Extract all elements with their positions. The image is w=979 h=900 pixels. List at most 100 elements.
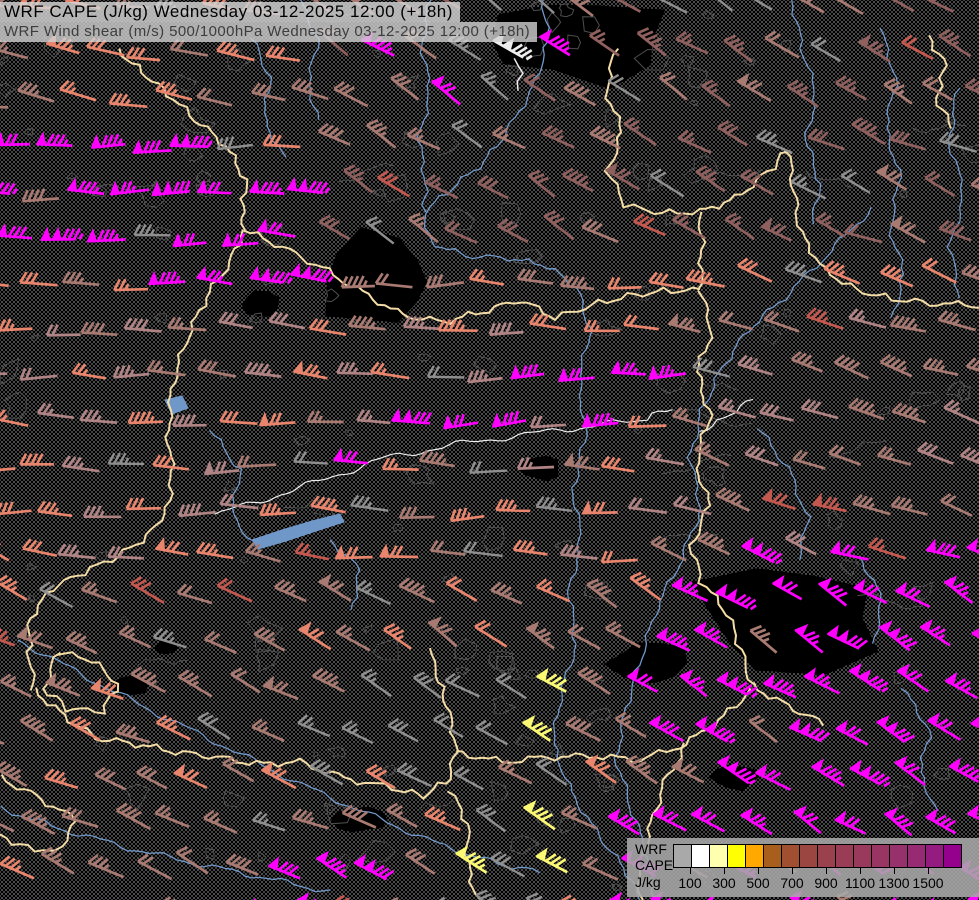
contour-line — [454, 638, 478, 661]
wind-barb — [426, 365, 465, 379]
contour-line — [120, 615, 128, 625]
wind-barb — [648, 271, 684, 290]
wind-barb — [21, 808, 56, 836]
legend-tick-mark — [928, 868, 929, 874]
wind-barb — [763, 310, 800, 333]
river-line — [17, 639, 541, 874]
contour-line — [514, 733, 535, 747]
wind-barb — [336, 361, 373, 376]
wind-barb — [125, 497, 162, 511]
wind-barb — [466, 369, 503, 384]
wind-barb-pennant — [256, 218, 268, 233]
wind-barb — [755, 129, 793, 155]
wind-barb — [219, 410, 258, 426]
legend-color-cell — [727, 844, 746, 868]
contour-line — [557, 817, 576, 835]
wind-barb — [0, 855, 35, 880]
wind-barb — [800, 398, 839, 420]
wind-barb — [0, 105, 9, 109]
wind-barb-pennant — [607, 808, 621, 822]
wind-barb — [964, 77, 979, 94]
legend-tick-label: 1100 — [844, 875, 876, 891]
wind-barb — [381, 457, 419, 471]
wind-barb — [0, 409, 29, 428]
wind-barb — [961, 263, 979, 281]
wind-barb — [586, 578, 618, 609]
wind-barb-pennant — [835, 719, 848, 734]
contour-line — [961, 144, 979, 163]
wind-barb — [701, 79, 731, 108]
contour-line — [0, 55, 10, 66]
contour-line — [611, 883, 623, 892]
contour-line — [240, 555, 249, 564]
wind-barb — [852, 493, 891, 516]
legend-tick-mark — [826, 868, 827, 874]
contour-line — [505, 64, 520, 77]
wind-barb-pennant — [172, 232, 183, 247]
wind-barb-pennant — [925, 538, 936, 553]
wind-barb — [177, 669, 213, 698]
contour-line — [155, 226, 173, 241]
wind-barb — [412, 671, 442, 699]
wind-barb-pennant — [298, 621, 312, 635]
legend-color-cell — [763, 844, 782, 868]
wind-barb — [623, 116, 658, 147]
wind-barb — [335, 624, 371, 652]
wind-barb — [562, 167, 594, 193]
wind-barb-pennant — [810, 758, 824, 772]
wind-barb — [475, 719, 508, 746]
wind-barb-pennant — [876, 163, 890, 177]
wind-barb — [398, 506, 435, 520]
wind-barb — [350, 494, 389, 512]
legend-label-model: WRF — [635, 841, 667, 857]
wind-barb-pennant — [679, 669, 694, 682]
wind-barb — [685, 268, 725, 288]
wind-barb — [0, 574, 28, 602]
wind-barb-pennant — [919, 619, 933, 633]
wind-barb-pennant — [943, 575, 958, 588]
contour-line — [173, 73, 197, 93]
wind-barb — [784, 260, 822, 284]
wind-barb — [0, 501, 32, 516]
wind-barb — [938, 131, 978, 153]
contour-line — [418, 353, 432, 362]
wind-barb — [251, 718, 285, 743]
wind-barb — [833, 354, 869, 380]
wind-barb-pennant — [581, 500, 593, 514]
wind-barb — [196, 86, 233, 107]
wind-barb — [175, 845, 209, 875]
contour-line — [909, 391, 941, 411]
legend-tick-mark — [860, 868, 861, 874]
wind-barb — [607, 276, 642, 290]
legend-tick-mark — [690, 868, 691, 874]
wind-barb — [851, 117, 886, 146]
wind-barb — [36, 402, 74, 420]
wind-barb — [559, 543, 598, 560]
wind-barb — [82, 505, 122, 519]
wind-barb — [0, 181, 18, 196]
contour-line — [27, 595, 36, 603]
wind-barb-pennant — [510, 364, 521, 379]
wind-barb — [112, 364, 150, 379]
wind-barb — [216, 136, 253, 151]
wind-barb — [57, 543, 96, 560]
wind-barb — [0, 283, 9, 288]
wind-barb — [449, 507, 485, 523]
wind-barb — [118, 624, 152, 649]
wind-barb — [396, 762, 432, 788]
wind-barb — [650, 535, 687, 562]
wind-barb — [19, 367, 58, 381]
wind-barb-pennant — [296, 892, 309, 900]
contour-line — [392, 523, 404, 533]
wind-barb — [418, 450, 456, 468]
wind-barb — [451, 119, 483, 149]
wind-barb — [792, 449, 826, 470]
wind-barb — [21, 188, 60, 203]
legend-color-cell — [673, 844, 692, 868]
contour-line — [680, 54, 695, 67]
wind-barb — [563, 80, 597, 107]
wind-barb — [600, 455, 635, 473]
wind-barb — [219, 493, 259, 510]
contour-line — [632, 162, 650, 181]
contour-line — [362, 624, 373, 634]
